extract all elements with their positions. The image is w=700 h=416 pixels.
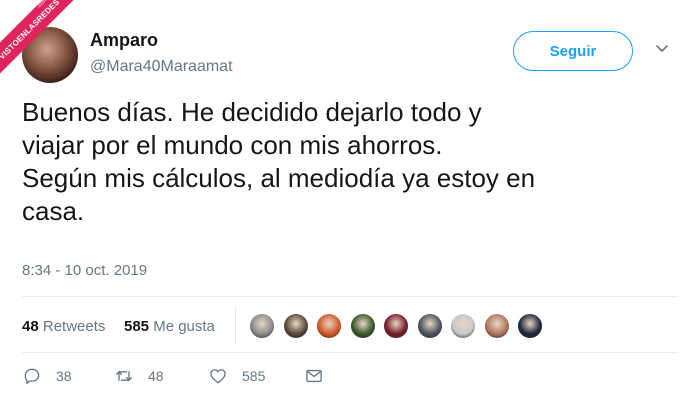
heart-icon xyxy=(210,369,226,384)
likes-label: Me gusta xyxy=(153,318,215,335)
liker-avatar[interactable] xyxy=(281,312,310,340)
reply-action[interactable]: 38 xyxy=(22,366,72,386)
follow-button[interactable]: Seguir xyxy=(513,31,633,71)
retweets-count: 48 xyxy=(22,318,39,335)
tweet-header: Amparo @Mara40Maraamat Seguir xyxy=(22,20,678,90)
liker-avatar[interactable] xyxy=(449,312,477,340)
retweet-count: 48 xyxy=(148,368,164,384)
liker-avatar[interactable] xyxy=(315,312,343,340)
user-name[interactable]: Amparo xyxy=(90,30,158,51)
retweet-action[interactable]: 48 xyxy=(114,366,164,386)
liker-avatar[interactable] xyxy=(248,312,276,340)
chevron-down-icon[interactable] xyxy=(654,40,670,56)
divider-top xyxy=(22,296,678,297)
tweet-actions: 38 48 585 xyxy=(22,366,678,390)
envelope-icon xyxy=(306,369,322,383)
reply-icon xyxy=(24,368,40,385)
likes-stat[interactable]: 585 Me gusta xyxy=(124,318,215,335)
reply-count: 38 xyxy=(56,368,72,384)
tweet-stats: 48 Retweets 585 Me gusta xyxy=(22,298,678,352)
user-handle[interactable]: @Mara40Maraamat xyxy=(90,58,233,76)
tweet-timestamp[interactable]: 8:34 - 10 oct. 2019 xyxy=(22,262,147,279)
liker-avatar[interactable] xyxy=(348,312,377,340)
liker-avatar[interactable] xyxy=(482,312,511,340)
likes-count: 585 xyxy=(124,318,150,335)
divider-bottom xyxy=(22,352,678,353)
retweets-label: Retweets xyxy=(42,318,106,335)
stats-separator xyxy=(235,306,236,344)
retweet-icon xyxy=(115,371,133,381)
liker-avatar[interactable] xyxy=(516,312,544,340)
message-action[interactable] xyxy=(304,366,324,386)
like-action[interactable]: 585 xyxy=(208,366,265,386)
liker-avatar[interactable] xyxy=(382,312,410,340)
like-count: 585 xyxy=(242,368,266,384)
liker-avatar[interactable] xyxy=(415,312,444,340)
retweets-stat[interactable]: 48 Retweets xyxy=(22,318,105,335)
tweet-text: Buenos días. He decidido dejarlo todo y … xyxy=(22,97,536,227)
